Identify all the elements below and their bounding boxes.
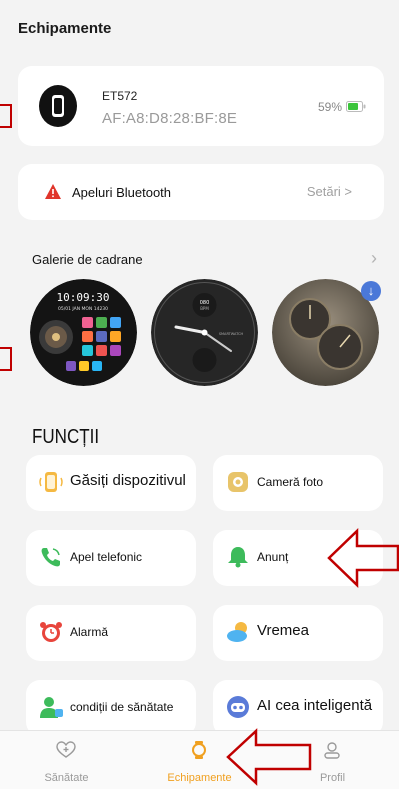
find-device-button[interactable]: Găsiți dispozitivul: [26, 455, 196, 511]
phone-icon: [41, 548, 60, 567]
find-device-label: Găsiți dispozitivul: [70, 472, 186, 489]
camera-button[interactable]: Cameră foto: [213, 455, 383, 511]
watch-icon: [39, 85, 77, 127]
watch-icon: [192, 741, 206, 759]
chevron-right-icon[interactable]: ›: [371, 248, 377, 269]
nav-profile-label: Profil: [319, 772, 346, 784]
notification-bell-icon: [228, 547, 248, 568]
weather-label: Vremea: [257, 622, 309, 639]
find-device-icon: [39, 472, 63, 492]
page-title: Echipamente: [18, 20, 112, 37]
battery-icon: [346, 101, 366, 112]
alarm-label: Alarmă: [70, 625, 109, 639]
camera-label: Cameră foto: [257, 475, 324, 489]
bottom-nav: Sănătate Echipamente Profil: [0, 730, 399, 789]
gallery-title: Galerie de cadrane: [32, 252, 143, 267]
weather-button[interactable]: Vremea: [213, 605, 383, 661]
face2-brand: SMARTWATCH: [219, 332, 244, 336]
phone-call-label: Apel telefonic: [70, 550, 143, 564]
bluetooth-settings-link[interactable]: Setări >: [307, 184, 352, 199]
annotation-box-left-mid: [0, 347, 12, 371]
nav-profile[interactable]: Profil: [266, 731, 399, 789]
alarm-button[interactable]: Alarmă: [26, 605, 196, 661]
device-name: ET572: [102, 89, 138, 103]
watch-face-2[interactable]: 080 BPM SMARTWATCH: [151, 279, 258, 386]
notification-button[interactable]: Anunț: [213, 530, 383, 586]
annotation-box-left-top: [0, 104, 12, 128]
ai-assistant-button[interactable]: AI cea inteligentă: [213, 680, 383, 736]
face1-time: 10:09:30: [57, 291, 110, 304]
battery-percent: 59%: [317, 100, 342, 114]
download-icon[interactable]: ↓: [361, 281, 381, 301]
bluetooth-calls-card[interactable]: Apeluri Bluetooth Setări >: [18, 164, 384, 220]
alarm-clock-icon: [40, 622, 62, 642]
nav-equipment[interactable]: Echipamente: [133, 731, 266, 789]
ai-robot-icon: [227, 696, 249, 718]
bluetooth-calls-label: Apeluri Bluetooth: [72, 185, 172, 200]
camera-icon: [228, 472, 248, 492]
nav-health[interactable]: Sănătate: [0, 731, 133, 789]
health-icon: [40, 697, 63, 718]
nav-equipment-label: Echipamente: [167, 772, 232, 784]
functions-section-title: FUNCȚII: [32, 426, 100, 448]
health-heart-icon: [56, 741, 76, 758]
notification-label: Anunț: [257, 550, 289, 564]
health-conditions-button[interactable]: condiții de sănătate: [26, 680, 196, 736]
weather-icon: [227, 622, 247, 642]
ai-assistant-label: AI cea inteligentă: [257, 697, 373, 714]
face1-date: 05/01 JAN MON 14230: [58, 306, 108, 312]
health-conditions-label: condiții de sănătate: [70, 700, 174, 714]
device-card[interactable]: ET572 AF:A8:D8:28:BF:8E 59%: [18, 66, 384, 146]
profile-icon: [324, 742, 340, 759]
nav-health-label: Sănătate: [44, 772, 89, 784]
face2-unit: BPM: [200, 306, 209, 311]
phone-call-button[interactable]: Apel telefonic: [26, 530, 196, 586]
warning-icon: [45, 184, 61, 199]
device-mac-address: AF:A8:D8:28:BF:8E: [102, 110, 238, 127]
watch-face-1[interactable]: 10:09:30 05/01 JAN MON 14230: [30, 279, 137, 386]
